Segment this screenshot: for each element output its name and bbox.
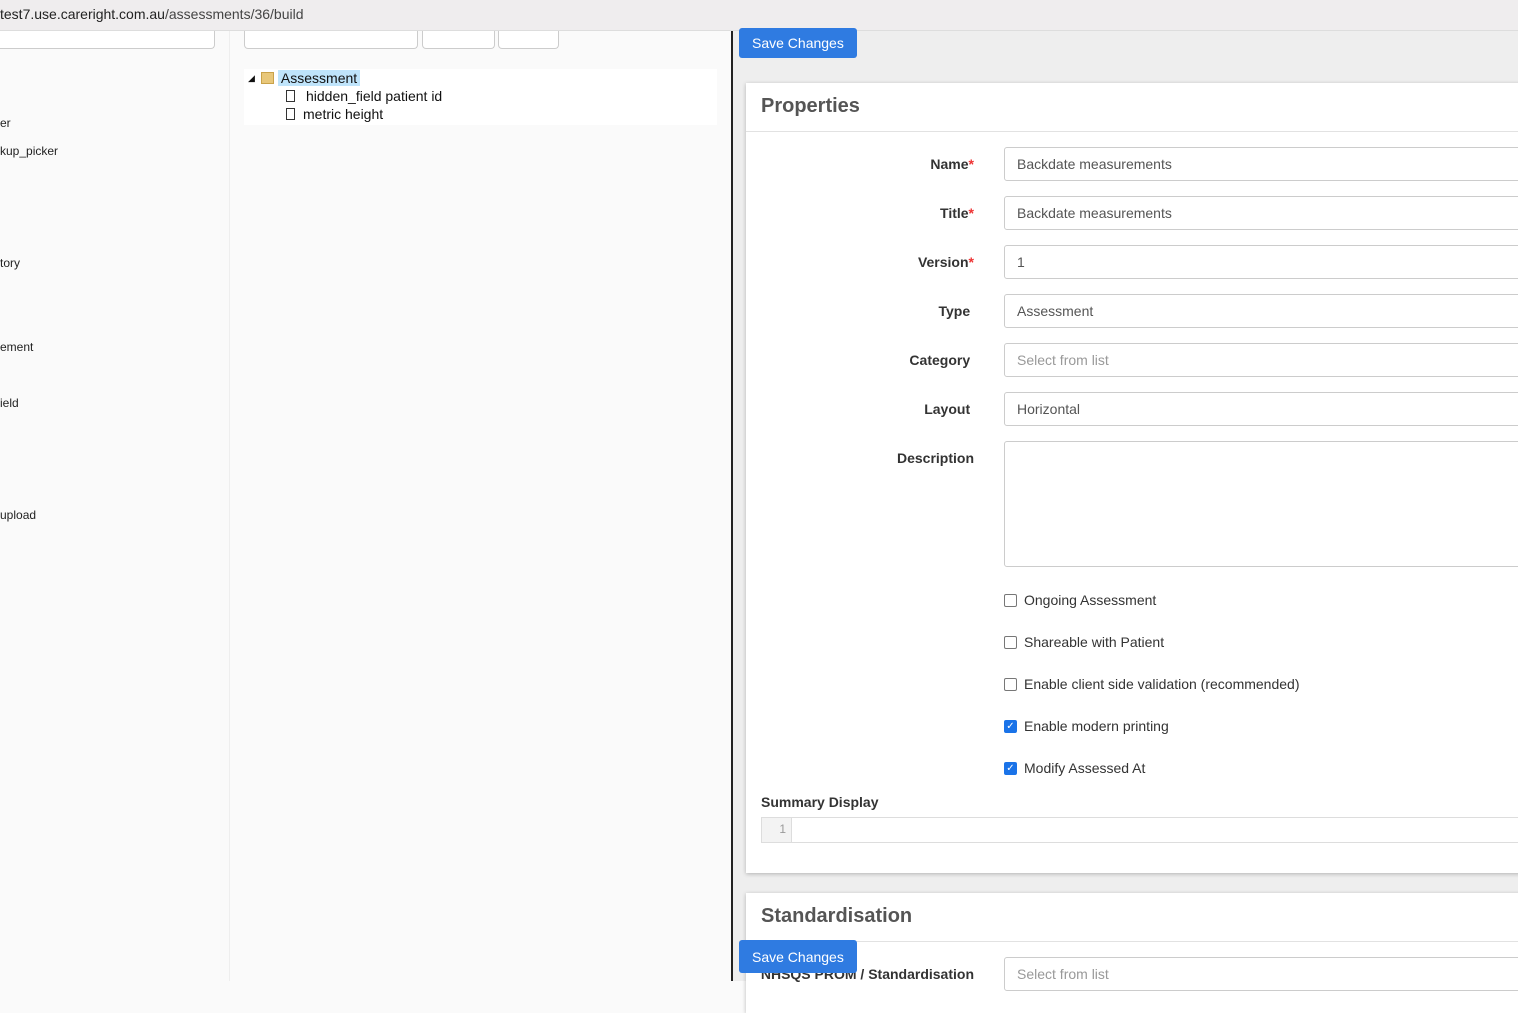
checkbox[interactable] [1004, 635, 1017, 649]
field-label: Category [909, 352, 971, 368]
checkbox-row[interactable]: Shareable with Patient [1004, 634, 1164, 650]
field-input[interactable]: Assessment [1004, 294, 1518, 328]
field-input[interactable]: Backdate measurements [1004, 147, 1518, 181]
file-icon [286, 108, 295, 120]
required-marker: * [968, 254, 974, 270]
save-changes-button-bottom[interactable]: Save Changes [739, 940, 857, 973]
field-input[interactable]: 1 [1004, 245, 1518, 279]
checkbox-label: Enable client side validation (recommend… [1024, 676, 1300, 692]
folder-icon [260, 72, 274, 84]
sidebar-item[interactable]: ement [0, 340, 33, 354]
sidebar-item[interactable]: er [0, 116, 11, 130]
checkbox[interactable]: ✓ [1004, 719, 1017, 733]
field-label: Type [938, 303, 971, 319]
line-number: 1 [762, 818, 792, 842]
field-label: Title* [940, 205, 974, 221]
tree-node-root[interactable]: Assessment [277, 70, 361, 86]
required-marker: * [968, 156, 974, 172]
standardisation-title: Standardisation [746, 893, 1518, 942]
tree-panel: ◢ Assessment hidden_field patient id metr… [230, 31, 731, 981]
address-bar[interactable]: test7.use.careright.com.au/assessments/3… [0, 0, 1518, 31]
sidebar-item[interactable]: tory [0, 256, 20, 270]
properties-title: Properties [746, 83, 1518, 132]
checkbox-row[interactable]: Enable client side validation (recommend… [1004, 676, 1299, 692]
sidebar-item[interactable]: kup_picker [0, 144, 58, 158]
checkbox-row[interactable]: Ongoing Assessment [1004, 592, 1156, 608]
checkbox-row[interactable]: ✓ Enable modern printing [1004, 718, 1169, 734]
tree-node[interactable]: hidden_field patient id [306, 88, 442, 104]
tree-button[interactable] [498, 31, 559, 49]
checkbox[interactable]: ✓ [1004, 761, 1017, 775]
summary-display-label: Summary Display [761, 794, 879, 810]
checkbox-label: Shareable with Patient [1024, 634, 1165, 650]
checkbox-label: Ongoing Assessment [1024, 592, 1157, 608]
checkbox[interactable] [1004, 677, 1017, 691]
tree-node[interactable]: metric height [303, 106, 383, 122]
collapse-icon[interactable]: ◢ [248, 73, 255, 84]
field-label: Layout [924, 401, 971, 417]
standardisation-select[interactable]: Select from list [1004, 957, 1518, 991]
checkbox[interactable] [1004, 593, 1017, 607]
sidebar-item[interactable]: upload [0, 508, 36, 522]
properties-card: Properties Name* Backdate measurements Ti… [746, 83, 1518, 873]
sidebar-item[interactable]: ield [0, 396, 19, 410]
summary-display-editor[interactable]: 1 [761, 817, 1518, 843]
field-input[interactable]: Horizontal [1004, 392, 1518, 426]
filter-input[interactable] [244, 31, 418, 49]
sidebar-search-input[interactable] [0, 31, 215, 49]
field-input[interactable]: Backdate measurements [1004, 196, 1518, 230]
description-label: Description [896, 450, 974, 466]
tree-button[interactable] [422, 31, 495, 49]
checkbox-row[interactable]: ✓ Modify Assessed At [1004, 760, 1145, 776]
description-textarea[interactable] [1004, 441, 1518, 567]
assessment-tree: ◢ Assessment hidden_field patient id metr… [244, 69, 717, 125]
field-input[interactable]: Select from list [1004, 343, 1518, 377]
field-label: Name* [930, 156, 974, 172]
field-label: Version* [917, 254, 974, 270]
checkbox-label: Modify Assessed At [1024, 760, 1146, 776]
required-marker: * [968, 205, 974, 221]
properties-panel: Save Changes Properties Name* Backdate m… [733, 28, 1518, 1013]
component-sidebar: er kup_picker tory ement ield upload [0, 31, 230, 981]
save-changes-button-top[interactable]: Save Changes [739, 28, 857, 58]
file-icon [286, 90, 295, 102]
checkbox-label: Enable modern printing [1024, 718, 1169, 734]
standardisation-card: Standardisation NHSQS PROM / Standardisa… [746, 893, 1518, 1013]
